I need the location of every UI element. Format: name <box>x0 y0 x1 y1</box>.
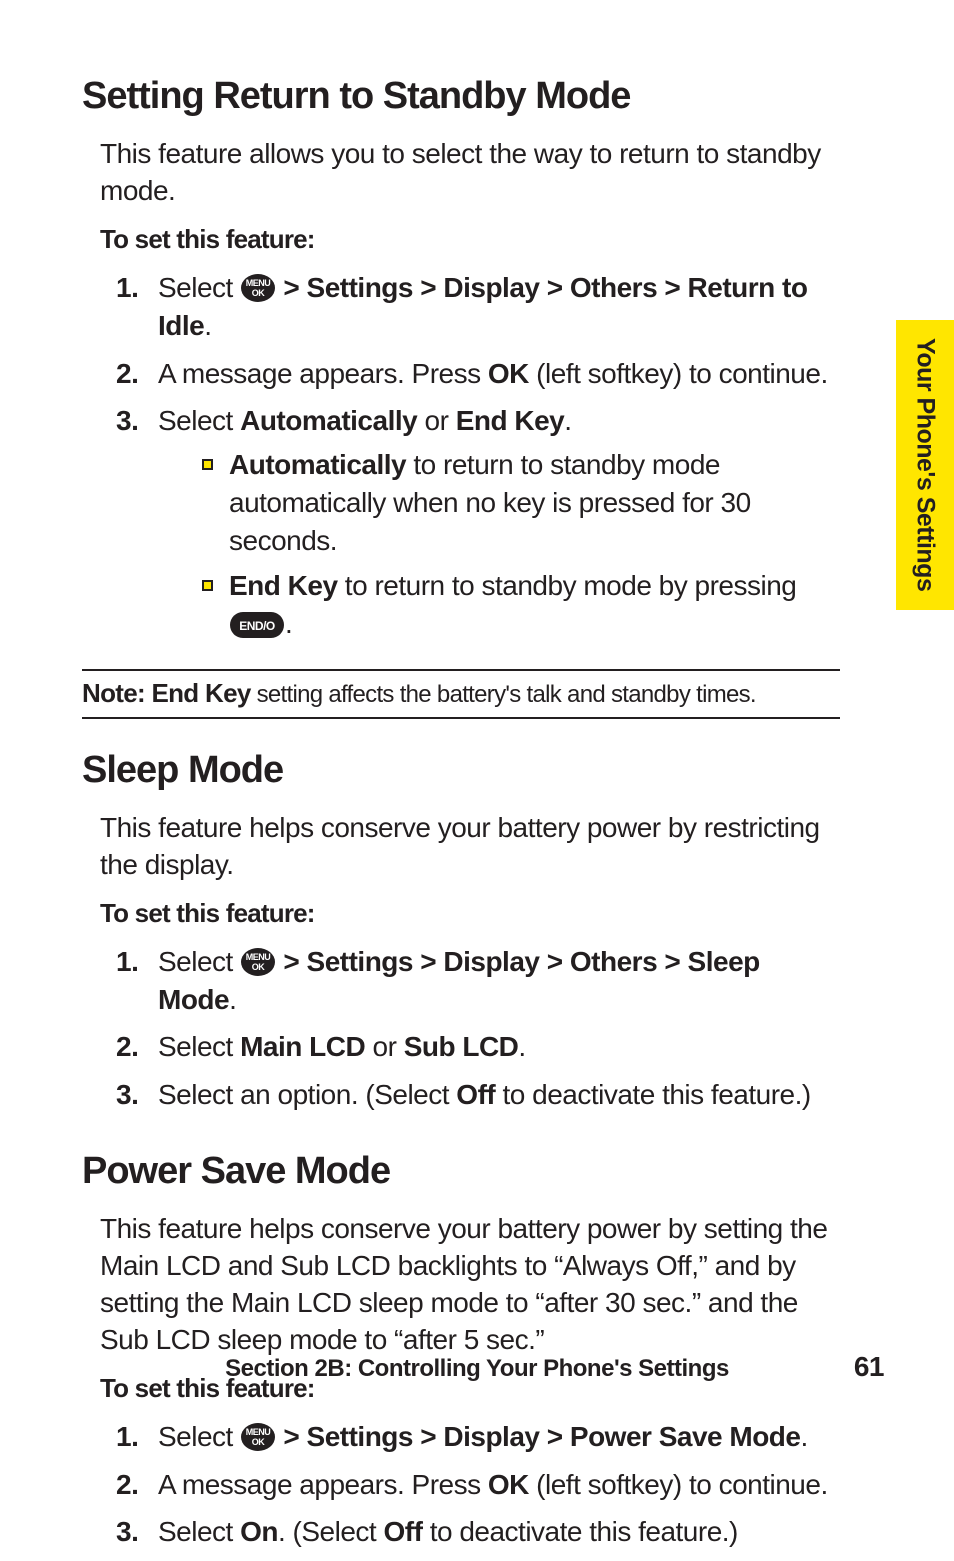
end-key-icon: END/O <box>229 611 285 639</box>
page-number: 61 <box>854 1351 884 1383</box>
bullet-end-key: End Key to return to standby mode by pre… <box>202 567 840 643</box>
section-1-steps: 1. Select MENUOK > Settings > Display > … <box>116 269 840 651</box>
step-body: A message appears. Press OK (left softke… <box>158 355 840 393</box>
footer-text: Section 2B: Controlling Your Phone's Set… <box>225 1355 729 1382</box>
step-number: 2. <box>116 1466 158 1504</box>
step-1: 1. Select MENUOK > Settings > Display > … <box>116 269 840 345</box>
step-body: Select MENUOK > Settings > Display > Pow… <box>158 1418 840 1456</box>
bullet-automatically: Automatically to return to standby mode … <box>202 446 840 559</box>
step-1: 1. Select MENUOK > Settings > Display > … <box>116 943 840 1019</box>
page-footer: Section 2B: Controlling Your Phone's Set… <box>0 1355 954 1383</box>
step-number: 3. <box>116 1076 158 1114</box>
step-number: 2. <box>116 1028 158 1066</box>
step-3: 3. Select Automatically or End Key. Auto… <box>116 402 840 651</box>
side-tab: Your Phone's Settings <box>896 320 954 610</box>
step-3: 3. Select an option. (Select Off to deac… <box>116 1076 840 1114</box>
step-number: 1. <box>116 269 158 345</box>
step-number: 1. <box>116 1418 158 1456</box>
page: Your Phone's Settings Setting Return to … <box>0 0 954 1431</box>
content-area: Setting Return to Standby Mode This feat… <box>100 75 840 1561</box>
step-body: Select Main LCD or Sub LCD. <box>158 1028 840 1066</box>
side-tab-label: Your Phone's Settings <box>911 338 940 591</box>
svg-text:OK: OK <box>252 1437 266 1447</box>
section-3-title: Power Save Mode <box>82 1150 840 1193</box>
section-3-steps: 1. Select MENUOK > Settings > Display > … <box>116 1418 840 1551</box>
svg-text:MENU: MENU <box>246 1427 271 1437</box>
section-2-intro: This feature helps conserve your battery… <box>100 810 840 884</box>
menu-ok-icon: MENUOK <box>240 1422 276 1452</box>
step-number: 1. <box>116 943 158 1019</box>
step-body: Select MENUOK > Settings > Display > Oth… <box>158 943 840 1019</box>
section-2-steps: 1. Select MENUOK > Settings > Display > … <box>116 943 840 1114</box>
step-2: 2. A message appears. Press OK (left sof… <box>116 1466 840 1504</box>
svg-text:OK: OK <box>252 962 266 972</box>
svg-text:MENU: MENU <box>246 952 271 962</box>
bullet-icon <box>202 580 213 591</box>
step-number: 2. <box>116 355 158 393</box>
step-3-bullets: Automatically to return to standby mode … <box>202 446 840 643</box>
section-1-intro: This feature allows you to select the wa… <box>100 136 840 210</box>
bullet-icon <box>202 459 213 470</box>
step-number: 3. <box>116 1513 158 1551</box>
step-number: 3. <box>116 402 158 651</box>
menu-ok-icon: MENUOK <box>240 947 276 977</box>
svg-text:MENU: MENU <box>246 278 271 288</box>
step-1: 1. Select MENUOK > Settings > Display > … <box>116 1418 840 1456</box>
section-2-title: Sleep Mode <box>82 749 840 792</box>
svg-text:END/O: END/O <box>239 619 275 633</box>
step-2: 2. A message appears. Press OK (left sof… <box>116 355 840 393</box>
step-body: Select On. (Select Off to deactivate thi… <box>158 1513 840 1551</box>
step-3: 3. Select On. (Select Off to deactivate … <box>116 1513 840 1551</box>
note-block: Note: End Key setting affects the batter… <box>82 669 840 719</box>
menu-ok-icon: MENUOK <box>240 273 276 303</box>
step-body: Select MENUOK > Settings > Display > Oth… <box>158 269 840 345</box>
step-body: Select Automatically or End Key. Automat… <box>158 402 840 651</box>
step-body: Select an option. (Select Off to deactiv… <box>158 1076 840 1114</box>
section-1-lead: To set this feature: <box>100 224 840 255</box>
section-1-title: Setting Return to Standby Mode <box>82 75 840 118</box>
svg-text:OK: OK <box>252 288 266 298</box>
step-body: A message appears. Press OK (left softke… <box>158 1466 840 1504</box>
section-2-lead: To set this feature: <box>100 898 840 929</box>
step-2: 2. Select Main LCD or Sub LCD. <box>116 1028 840 1066</box>
section-3-intro: This feature helps conserve your battery… <box>100 1211 840 1359</box>
